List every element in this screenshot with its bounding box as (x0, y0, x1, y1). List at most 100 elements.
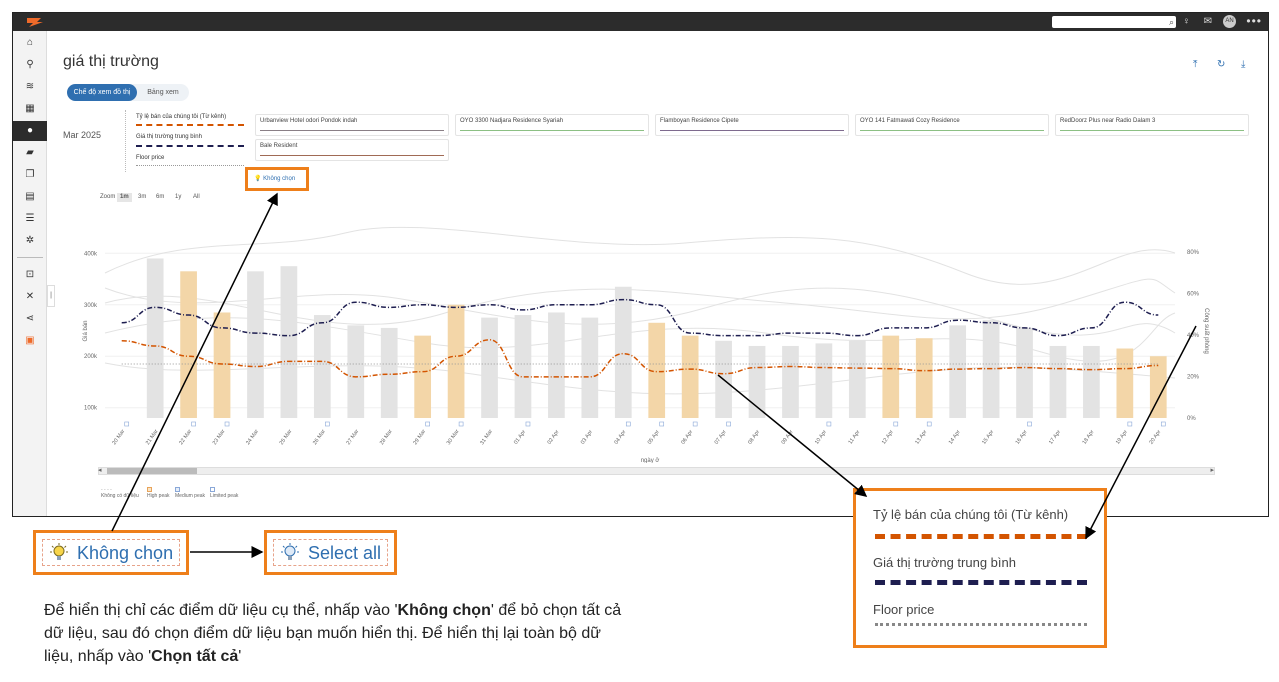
peak-marker (692, 421, 698, 427)
app-window: ⌕ ♀ ✉ AN ••• ⌂ ⚲ ≋ ▦ ● ▰ ❐ ▤ ☰ ✲ ⊡ ✕ ⋖ ▣… (12, 12, 1269, 517)
peak-marker (893, 421, 899, 427)
zoom-floor-label: Floor price (873, 602, 935, 617)
hotel-card[interactable]: Urbanview Hotel odori Pondok indah (255, 114, 449, 136)
zoom-3m[interactable]: 3m (135, 193, 149, 202)
x-tick-label: 01 Apr (513, 429, 527, 446)
zoom-6m[interactable]: 6m (153, 193, 167, 202)
y-tick-label: 100k (84, 406, 98, 412)
home-icon[interactable]: ⌂ (13, 33, 47, 53)
page-title: giá thị trường (63, 53, 159, 70)
settings-icon[interactable]: ✲ (13, 231, 47, 251)
search-icon[interactable]: ⌕ (1169, 16, 1174, 28)
bar (180, 271, 197, 418)
legend-panel: Tỷ lệ bán của chúng tôi (Từ kênh) Giá th… (125, 110, 244, 172)
tools-icon[interactable]: ✕ (13, 287, 47, 307)
peak-marker (124, 421, 130, 427)
upload-icon[interactable]: ⤒ (1193, 59, 1197, 70)
copy-icon[interactable]: ❐ (13, 165, 47, 185)
competitor-line (104, 362, 1176, 395)
bar (949, 325, 967, 418)
our-rate-line (121, 339, 1159, 378)
bar (414, 335, 432, 418)
hotel-card[interactable]: RedDoorz Plus near Radio Dalam 3 (1055, 114, 1249, 136)
legend-our-rate-label[interactable]: Tỷ lệ bán của chúng tôi (Từ kênh) (136, 114, 226, 120)
hotel-card[interactable]: OYO 3300 Nadjara Residence Syariah (455, 114, 649, 136)
deselect-all-zoomed[interactable]: Không chọn (42, 539, 180, 566)
sidebar-collapse-handle[interactable]: | (47, 285, 55, 307)
hotel-color-bar (260, 155, 444, 156)
legend-market-line[interactable] (136, 145, 244, 147)
deselect-all-button[interactable]: 💡 Không chọn (245, 167, 309, 191)
lightbulb-icon (281, 543, 299, 560)
hotel-card[interactable]: OYO 141 Fatmawati Cozy Residence (855, 114, 1049, 136)
legend-our-rate-line[interactable] (136, 124, 244, 126)
top-bar: ⌕ ♀ ✉ AN ••• (13, 13, 1268, 31)
calendar-icon[interactable]: ▦ (13, 99, 47, 119)
x-axis-label: ngày ở (641, 457, 660, 463)
zoom-1m[interactable]: 1m (117, 193, 132, 202)
bar (447, 304, 465, 418)
bar (882, 335, 900, 418)
x-tick-label: 12 Apr (881, 429, 895, 446)
scroll-left-icon[interactable]: ◂ (98, 466, 102, 474)
x-tick-label: 13 Apr (914, 429, 928, 446)
x-tick-label: 28 Mar (379, 429, 394, 447)
brand-logo[interactable] (25, 16, 45, 28)
scroll-right-icon[interactable]: ▸ (1210, 466, 1214, 474)
select-all-zoomed[interactable]: Select all (273, 539, 388, 566)
callout-legend-zoomed: Tỷ lệ bán của chúng tôi (Từ kênh) Giá th… (853, 488, 1107, 648)
zoom-floor-line (875, 623, 1087, 626)
briefcase-icon[interactable]: ▰ (13, 143, 47, 163)
message-icon[interactable]: ☰ (13, 209, 47, 229)
bar (146, 258, 164, 418)
exit-icon[interactable]: ⊡ (13, 265, 47, 285)
refresh-icon[interactable]: ↻ (1217, 59, 1225, 70)
peak-marker (191, 421, 196, 427)
zoom-our-rate-line (875, 534, 1087, 539)
bar (915, 338, 933, 418)
peak-legend-high: High peak (147, 487, 170, 499)
more-menu-icon[interactable]: ••• (1246, 14, 1262, 28)
price-chart: 100k 200k 300k 400k 0% 20% 40% 60% 80% Giá bán Côn… (83, 226, 1209, 463)
x-tick-label: 02 Apr (547, 429, 561, 446)
callout-select-all: Select all (264, 530, 397, 575)
hotel-card[interactable]: Bale Resident (255, 139, 449, 161)
avatar[interactable]: AN (1223, 15, 1236, 28)
lightbulb-icon[interactable]: ♀ (1183, 15, 1191, 29)
hotel-card[interactable]: Flamboyan Residence Cipete (655, 114, 849, 136)
tab-chart-view[interactable]: Chế độ xem đồ thị (67, 84, 137, 101)
chat-icon[interactable]: ✉ (1204, 15, 1212, 29)
chart-scrollbar[interactable]: ◂ ▸ (98, 467, 1215, 475)
legend-floor-label[interactable]: Floor price (136, 155, 164, 161)
bar (247, 271, 264, 418)
peak-marker (726, 421, 731, 427)
document-icon[interactable]: ▤ (13, 187, 47, 207)
zoom-1y[interactable]: 1y (172, 193, 184, 202)
zoom-our-rate-label: Tỷ lệ bán của chúng tôi (Từ kênh) (873, 507, 1069, 522)
scroll-thumb[interactable] (107, 468, 197, 474)
zoom-market-label: Giá thị trường trung bình (873, 555, 1016, 570)
download-icon[interactable]: ⤓ (1241, 59, 1245, 70)
competitor-line (104, 312, 1176, 362)
search-input[interactable]: ⌕ (1052, 16, 1176, 28)
legend-market-label[interactable]: Giá thị trường trung bình (136, 134, 202, 140)
key-icon[interactable]: ⚲ (13, 55, 47, 75)
x-tick-label: 08 Apr (747, 429, 761, 446)
x-tick-label: 04 Apr (613, 429, 627, 446)
peak-marker (826, 421, 832, 427)
tab-table-view[interactable]: Bảng xem (139, 84, 187, 101)
bar (280, 266, 298, 418)
bar (815, 343, 833, 418)
peak-marker (458, 421, 464, 427)
bag-icon[interactable]: ▣ (13, 331, 47, 351)
bed-icon[interactable]: ≋ (13, 77, 47, 97)
price-icon[interactable]: ● (13, 121, 47, 141)
legend-floor-line[interactable] (136, 165, 244, 166)
share-icon[interactable]: ⋖ (13, 309, 47, 329)
bar (313, 315, 331, 418)
tutorial-slide: ⌕ ♀ ✉ AN ••• ⌂ ⚲ ≋ ▦ ● ▰ ❐ ▤ ☰ ✲ ⊡ ✕ ⋖ ▣… (0, 0, 1279, 682)
hotel-color-bar (460, 130, 644, 131)
zoom-all[interactable]: All (190, 193, 203, 202)
y2-tick-label: 60% (1187, 291, 1200, 297)
bar (782, 345, 799, 418)
